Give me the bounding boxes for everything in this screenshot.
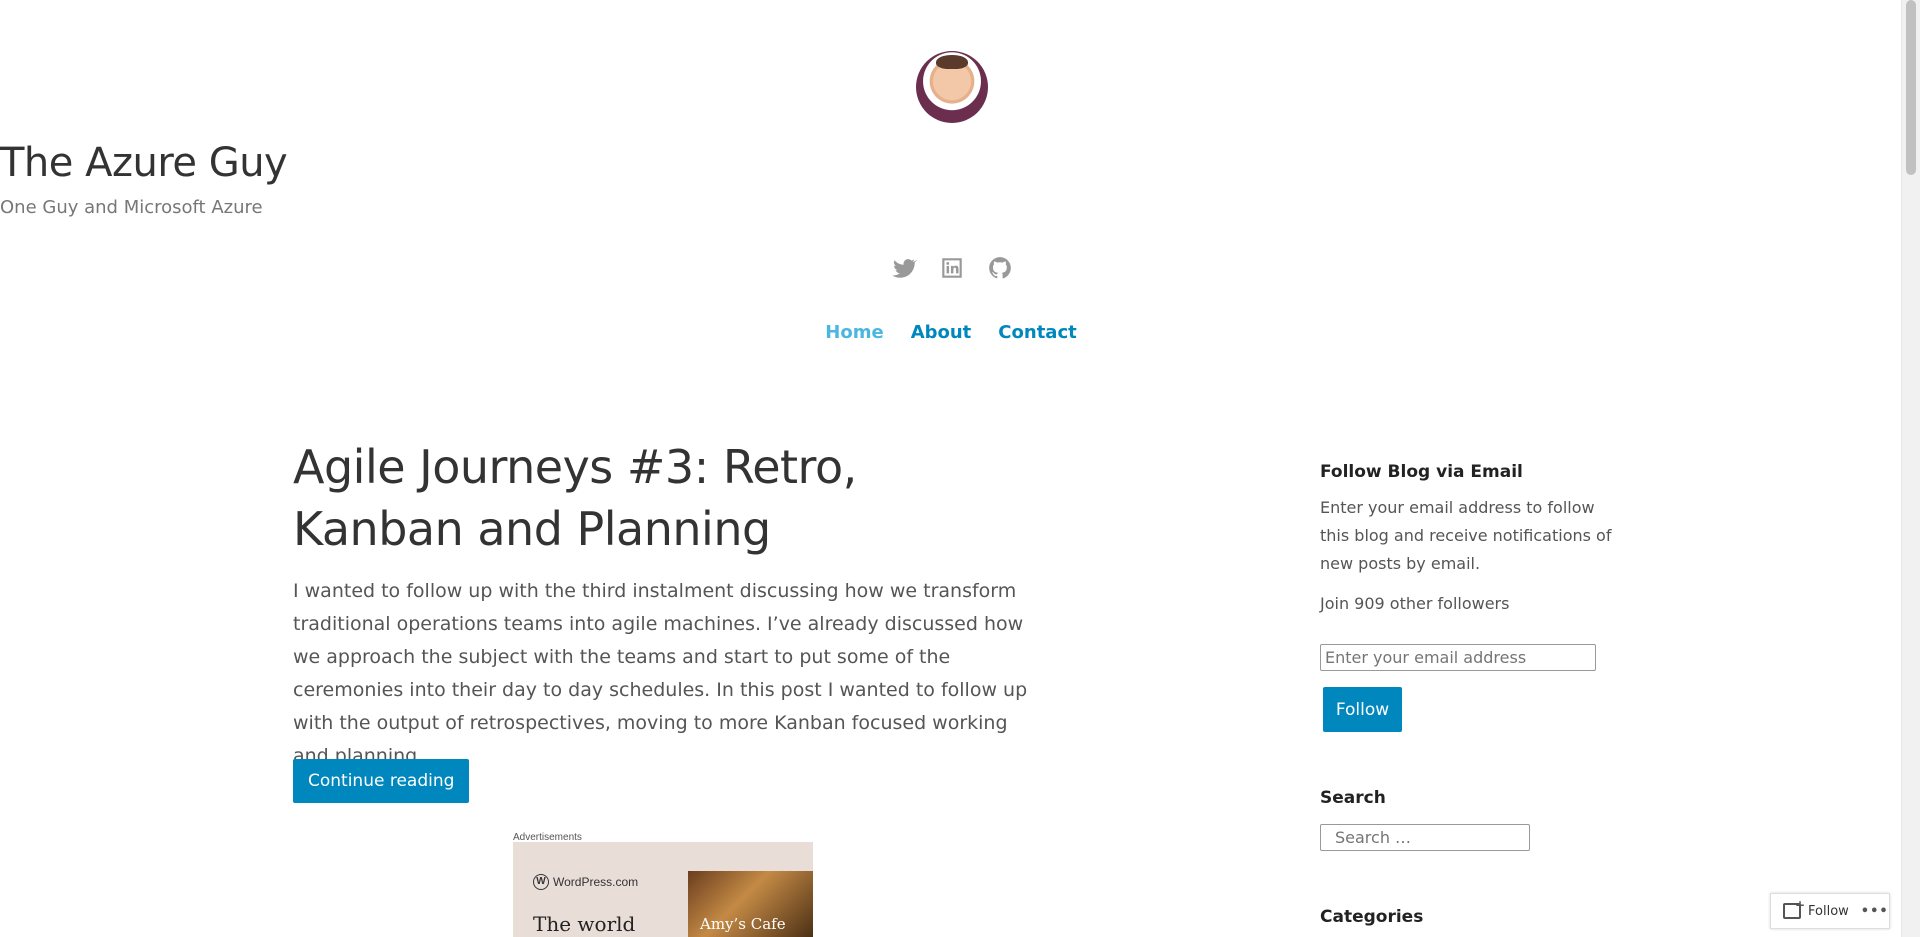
advertisement[interactable]: W WordPress.com The world Amy’s Cafe bbox=[513, 842, 813, 937]
ad-headline: The world bbox=[533, 912, 636, 936]
post-title[interactable]: Agile Journeys #3: Retro, Kanban and Pla… bbox=[293, 436, 1033, 560]
ad-brand-text: WordPress.com bbox=[553, 875, 639, 889]
email-field[interactable] bbox=[1320, 644, 1596, 671]
floating-follow-bar: Follow ••• bbox=[1770, 893, 1890, 929]
nav-home[interactable]: Home bbox=[825, 322, 883, 343]
sidebar: Follow Blog via Email Enter your email a… bbox=[1320, 462, 1620, 618]
search-widget-title: Search bbox=[1320, 788, 1386, 808]
avatar-hair bbox=[936, 55, 968, 69]
social-links bbox=[891, 255, 1011, 281]
post-entry: Agile Journeys #3: Retro, Kanban and Pla… bbox=[293, 436, 1033, 773]
follow-button[interactable]: Follow bbox=[1323, 687, 1402, 732]
github-icon[interactable] bbox=[987, 255, 1013, 281]
site-title[interactable]: The Azure Guy bbox=[0, 140, 1902, 186]
follow-widget-title: Follow Blog via Email bbox=[1320, 462, 1523, 482]
search-input[interactable] bbox=[1320, 824, 1530, 851]
followers-count: Join 909 other followers bbox=[1320, 594, 1510, 613]
site-avatar[interactable] bbox=[916, 51, 988, 123]
continue-reading-button[interactable]: Continue reading bbox=[293, 759, 470, 803]
ad-brand: W WordPress.com bbox=[533, 874, 638, 890]
more-options-icon[interactable]: ••• bbox=[1861, 904, 1889, 919]
linkedin-icon[interactable] bbox=[939, 255, 965, 281]
post-excerpt: I wanted to follow up with the third ins… bbox=[293, 580, 1028, 767]
follow-reader-icon[interactable] bbox=[1783, 898, 1805, 919]
main-navigation: Home About Contact bbox=[0, 322, 1902, 343]
twitter-icon[interactable] bbox=[891, 255, 918, 281]
floating-follow-button[interactable]: Follow bbox=[1808, 904, 1849, 919]
wordpress-logo-icon: W bbox=[533, 874, 549, 890]
nav-contact[interactable]: Contact bbox=[998, 322, 1076, 343]
site-tagline: One Guy and Microsoft Azure bbox=[0, 197, 263, 218]
ad-photo: Amy’s Cafe bbox=[688, 871, 813, 937]
ad-photo-caption: Amy’s Cafe bbox=[700, 915, 786, 933]
follow-widget-description: Enter your email address to follow this … bbox=[1320, 498, 1612, 573]
nav-about[interactable]: About bbox=[911, 322, 972, 343]
page-scrollbar[interactable] bbox=[1901, 0, 1920, 937]
categories-widget-title: Categories bbox=[1320, 907, 1424, 927]
scrollbar-thumb[interactable] bbox=[1906, 0, 1916, 175]
